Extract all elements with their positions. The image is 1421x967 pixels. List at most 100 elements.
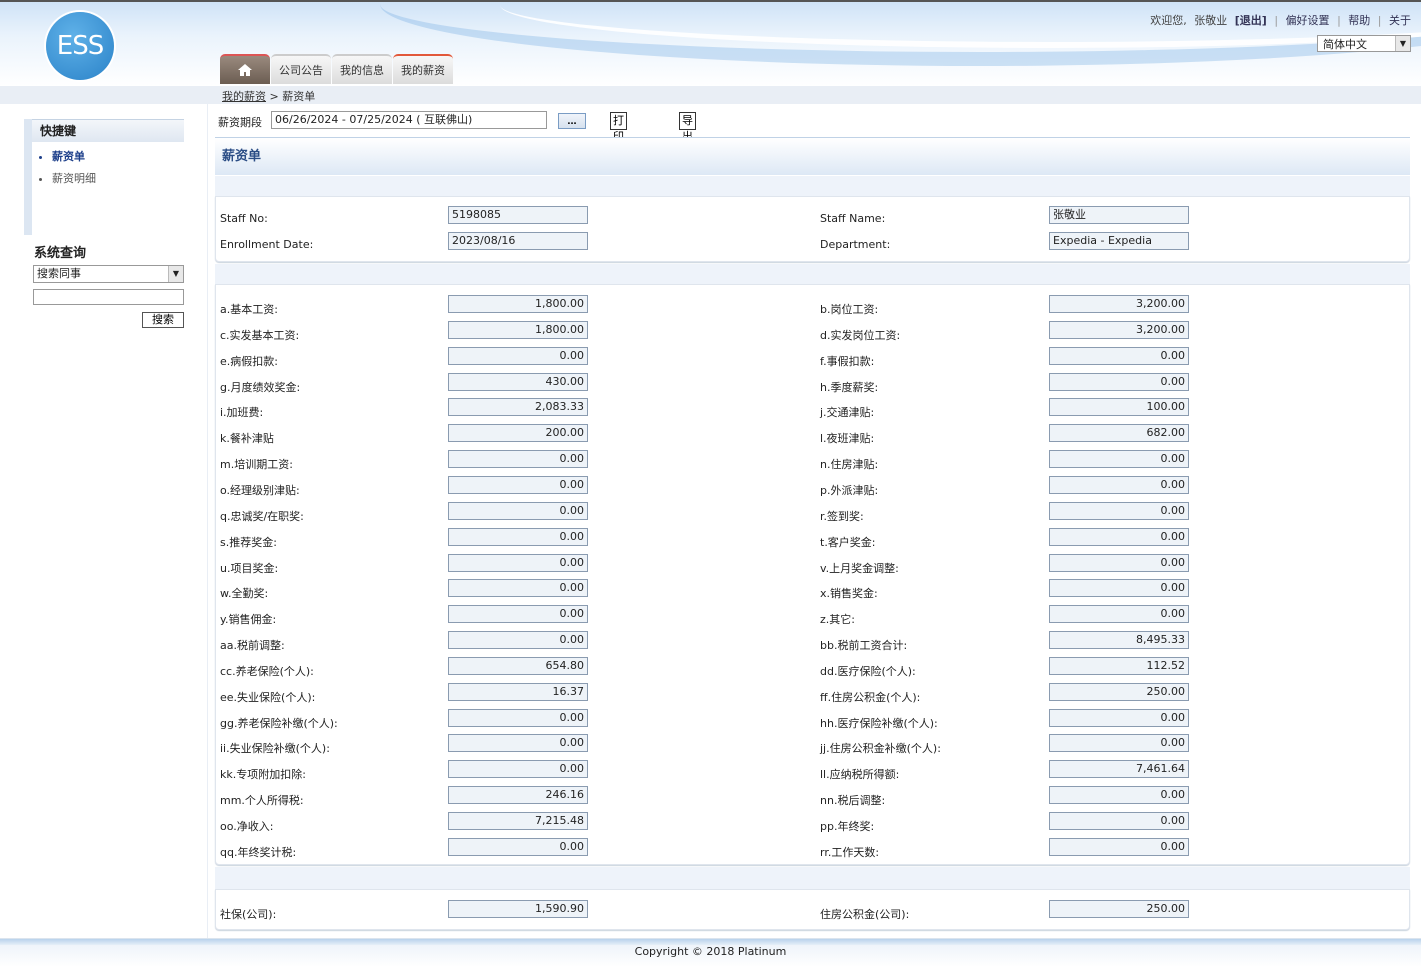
preferences-link[interactable]: 偏好设置: [1286, 14, 1330, 27]
copyright-text: Copyright © 2018 Platinum: [634, 945, 787, 958]
pay-item-value: 0.00: [1049, 812, 1189, 830]
divider: |: [1337, 14, 1341, 27]
department-field: Expedia - Expedia: [1049, 232, 1189, 250]
period-label: 薪资期段: [218, 116, 262, 129]
pay-item-value: 0.00: [448, 760, 588, 778]
pay-item-label: oo.净收入:: [220, 820, 274, 833]
pay-item-value: 0.00: [448, 476, 588, 494]
enrollment-date-field: 2023/08/16: [448, 232, 588, 250]
breadcrumb: 我的薪资 > 薪资单: [222, 88, 315, 104]
pay-item-label: aa.税前调整:: [220, 639, 285, 652]
pay-item-label: hh.医疗保险补缴(个人):: [820, 717, 938, 730]
pay-item-label: z.其它:: [820, 613, 855, 626]
breadcrumb-parent[interactable]: 我的薪资: [222, 90, 266, 103]
chevron-down-icon: ▼: [168, 266, 183, 282]
pay-item-label: q.忠诚奖/在职奖:: [220, 510, 304, 523]
print-payslip-button[interactable]: 打印薪资单: [610, 112, 627, 191]
pay-item-label: h.季度薪奖:: [820, 381, 879, 394]
pay-item-label: i.加班费:: [220, 406, 264, 419]
tab-home[interactable]: [220, 54, 270, 84]
search-input[interactable]: [33, 289, 184, 305]
tab-announcements[interactable]: 公司公告: [271, 54, 331, 84]
pay-item-value: 112.52: [1049, 657, 1189, 675]
pay-item-label: ii.失业保险补缴(个人):: [220, 742, 330, 755]
pay-item-label: nn.税后调整:: [820, 794, 886, 807]
pay-item-label: ff.住房公积金(个人):: [820, 691, 921, 704]
pay-item-label: t.客户奖金:: [820, 536, 876, 549]
language-select[interactable]: 简体中文 ▼: [1317, 35, 1411, 52]
pay-item-label: x.销售奖金:: [820, 587, 878, 600]
department-label: Department:: [820, 238, 891, 251]
pay-item-label: ee.失业保险(个人):: [220, 691, 316, 704]
quick-link-payslip[interactable]: 薪资单: [52, 148, 184, 170]
pay-item-value: 0.00: [1049, 554, 1189, 572]
section-spacer: [215, 867, 1410, 889]
enrollment-date-label: Enrollment Date:: [220, 238, 314, 251]
logout-link[interactable]: [退出]: [1235, 14, 1267, 27]
about-link[interactable]: 关于: [1389, 14, 1411, 27]
search-type-select[interactable]: 搜索同事 ▼: [33, 265, 184, 283]
pay-item-value: 0.00: [1049, 579, 1189, 597]
pay-item-value: 2,083.33: [448, 398, 588, 416]
company-contributions-panel: 社保(公司): 1,590.90 住房公积金(公司): 250.00: [215, 889, 1410, 930]
pay-item-value: 0.00: [1049, 528, 1189, 546]
top-links: 欢迎您, 张敬业 [退出] | 偏好设置 | 帮助 | 关于: [1146, 12, 1411, 28]
help-link[interactable]: 帮助: [1348, 14, 1370, 27]
period-picker-button[interactable]: ...: [558, 113, 586, 129]
header: ESS 欢迎您, 张敬业 [退出] | 偏好设置 | 帮助 | 关于 简体中文 …: [0, 0, 1421, 86]
staff-info-panel: Staff No: 5198085 Staff Name: 张敬业 Enroll…: [215, 196, 1410, 262]
pay-item-label: mm.个人所得税:: [220, 794, 304, 807]
footer: Copyright © 2018 Platinum: [0, 938, 1421, 967]
pay-item-label: cc.养老保险(个人):: [220, 665, 314, 678]
pay-item-value: 654.80: [448, 657, 588, 675]
pay-item-value: 430.00: [448, 373, 588, 391]
pay-item-value: 250.00: [1049, 683, 1189, 701]
section-spacer: [215, 264, 1410, 284]
tab-my-info[interactable]: 我的信息: [332, 54, 392, 84]
pay-item-value: 0.00: [1049, 502, 1189, 520]
ess-logo: ESS: [46, 12, 114, 80]
export-payslip-button[interactable]: 导出工资单: [679, 112, 696, 191]
pay-item-label: jj.住房公积金补缴(个人):: [820, 742, 941, 755]
pay-item-label: ll.应纳税所得额:: [820, 768, 900, 781]
quick-link-salary-details[interactable]: 薪资明细: [52, 170, 184, 192]
staff-name-field: 张敬业: [1049, 206, 1189, 224]
pay-item-label: m.培训期工资:: [220, 458, 293, 471]
pay-item-value: 0.00: [1049, 347, 1189, 365]
staff-name-label: Staff Name:: [820, 212, 886, 225]
welcome-text: 欢迎您,: [1150, 14, 1187, 27]
pay-item-value: 0.00: [448, 838, 588, 856]
pay-item-label: p.外派津贴:: [820, 484, 879, 497]
home-icon: [238, 64, 252, 76]
pay-item-value: 0.00: [448, 631, 588, 649]
pay-item-value: 0.00: [448, 502, 588, 520]
pay-item-label: j.交通津贴:: [820, 406, 875, 419]
sidebar: 快捷键 薪资单 薪资明细 系统查询 搜索同事 ▼ 搜索: [0, 104, 207, 938]
quick-links-title: 快捷键: [32, 119, 184, 142]
pay-item-label: w.全勤奖:: [220, 587, 269, 600]
pay-item-value: 0.00: [448, 450, 588, 468]
tab-my-salary[interactable]: 我的薪资: [393, 54, 453, 84]
pay-item-label: dd.医疗保险(个人):: [820, 665, 916, 678]
pay-item-value: 0.00: [448, 734, 588, 752]
pay-item-value: 0.00: [1049, 476, 1189, 494]
pay-item-value: 0.00: [448, 347, 588, 365]
main-content: 薪资期段 06/26/2024 - 07/25/2024 ( 互联佛山) ...…: [208, 104, 1421, 938]
pay-item-value: 3,200.00: [1049, 321, 1189, 339]
pay-item-label: u.项目奖金:: [220, 562, 279, 575]
pay-item-label: o.经理级别津贴:: [220, 484, 300, 497]
pay-item-value: 0.00: [1049, 838, 1189, 856]
social-insurance-company-field: 1,590.90: [448, 900, 588, 918]
quick-links-panel: 快捷键 薪资单 薪资明细: [24, 119, 184, 235]
period-field[interactable]: 06/26/2024 - 07/25/2024 ( 互联佛山): [271, 111, 547, 129]
page-title: 薪资单: [215, 137, 1410, 175]
pay-item-label: bb.税前工资合计:: [820, 639, 908, 652]
pay-item-label: n.住房津贴:: [820, 458, 879, 471]
pay-item-value: 0.00: [1049, 786, 1189, 804]
pay-item-value: 0.00: [1049, 373, 1189, 391]
pay-item-label: l.夜班津贴:: [820, 432, 875, 445]
search-button[interactable]: 搜索: [142, 312, 184, 328]
breadcrumb-separator: >: [269, 90, 279, 103]
pay-item-value: 7,461.64: [1049, 760, 1189, 778]
pay-item-label: r.签到奖:: [820, 510, 864, 523]
